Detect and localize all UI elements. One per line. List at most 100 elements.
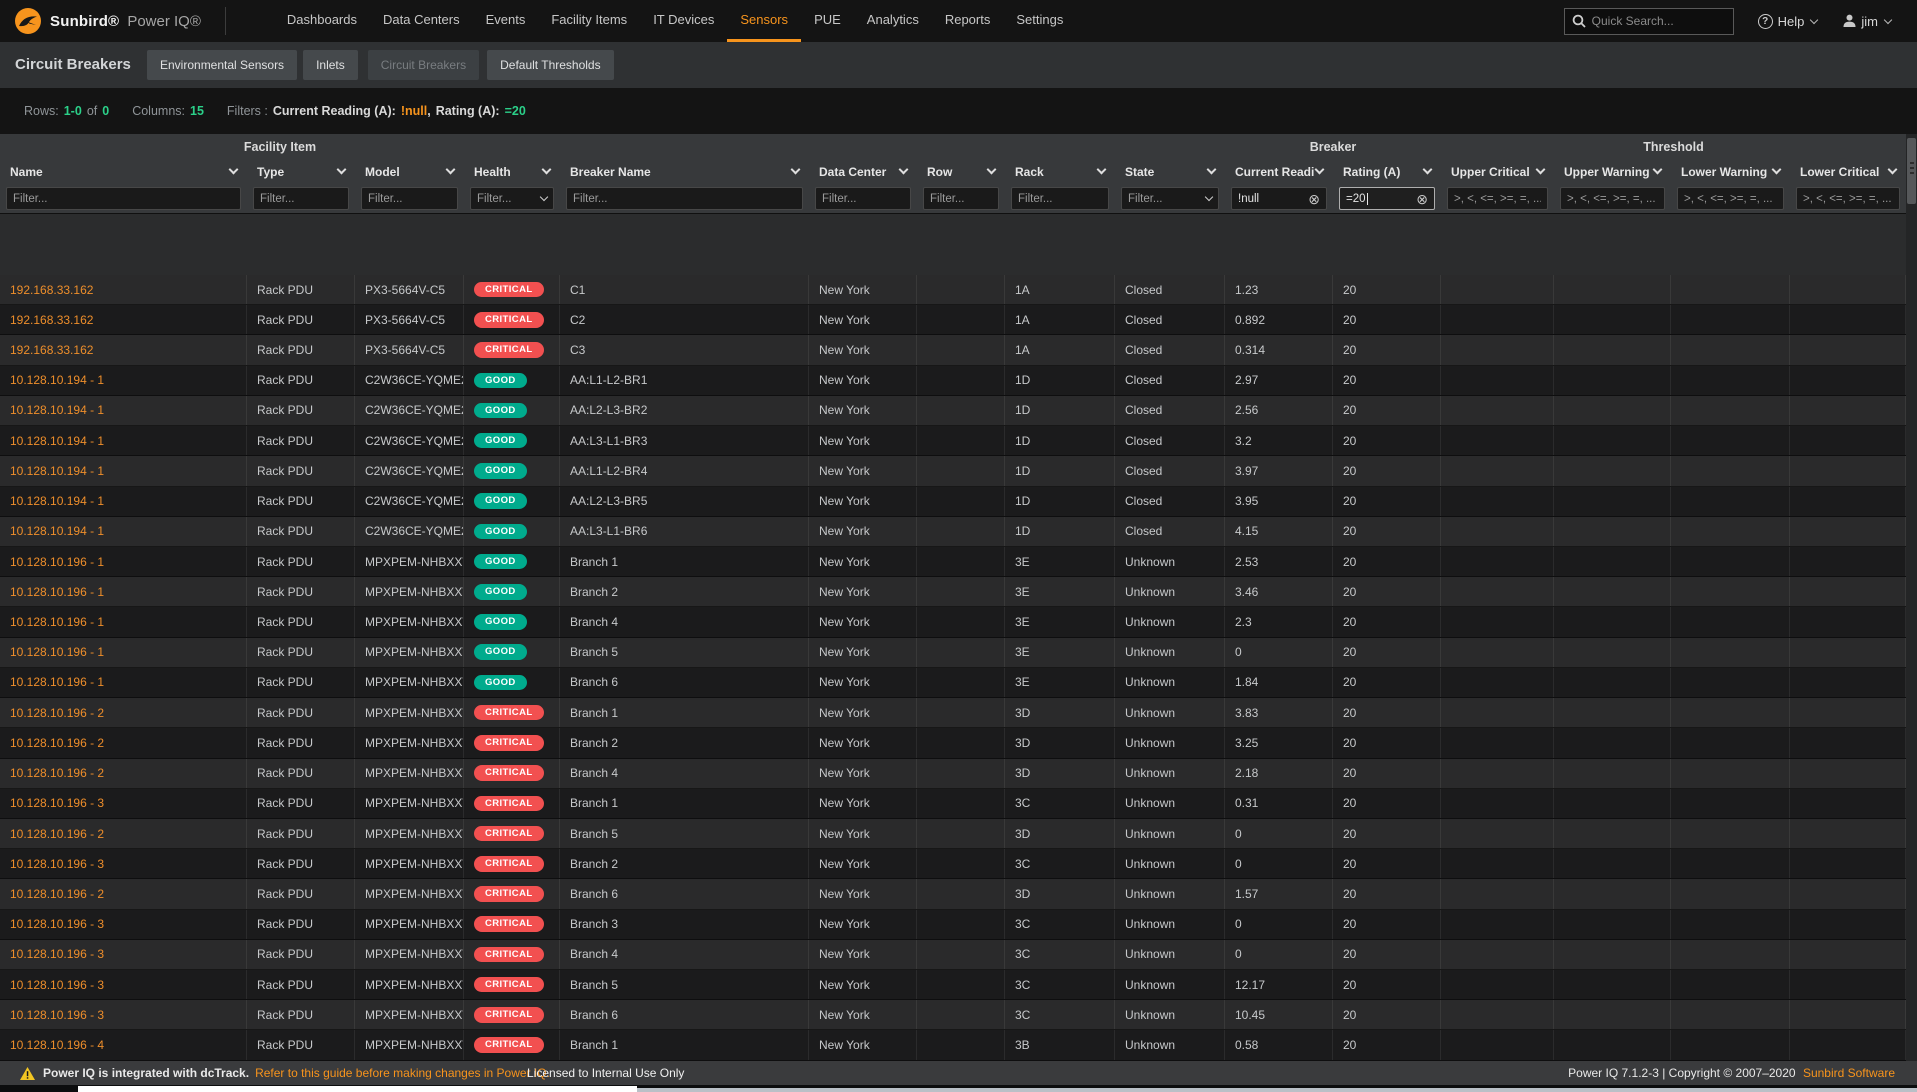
- column-header-name[interactable]: Name: [0, 158, 247, 185]
- filter-input-lower-critical[interactable]: [1796, 187, 1900, 210]
- search-input[interactable]: [1592, 14, 1726, 28]
- filter-input-rack[interactable]: [1011, 187, 1109, 210]
- filter-input-model[interactable]: [361, 187, 458, 210]
- facility-name-link[interactable]: 10.128.10.194 - 1: [0, 456, 247, 485]
- clear-filter-icon[interactable]: ⊗: [1308, 192, 1320, 206]
- chevron-down-icon[interactable]: [1207, 165, 1217, 175]
- table-row[interactable]: 10.128.10.196 - 3Rack PDUMPXPEM-NHBXXV3C…: [0, 940, 1917, 970]
- table-row[interactable]: 10.128.10.196 - 1Rack PDUMPXPEM-NHBXXV3G…: [0, 577, 1917, 607]
- nav-item-pue[interactable]: PUE: [801, 0, 854, 42]
- chevron-down-icon[interactable]: [987, 165, 997, 175]
- facility-name-link[interactable]: 10.128.10.196 - 2: [0, 728, 247, 757]
- chevron-down-icon[interactable]: [1423, 165, 1433, 175]
- chevron-down-icon[interactable]: [542, 165, 552, 175]
- column-header-current-readi[interactable]: Current Readi: [1225, 158, 1333, 185]
- table-row[interactable]: 10.128.10.196 - 2Rack PDUMPXPEM-NHBXXV3C…: [0, 819, 1917, 849]
- table-row[interactable]: 10.128.10.196 - 1Rack PDUMPXPEM-NHBXXV3G…: [0, 668, 1917, 698]
- nav-item-settings[interactable]: Settings: [1003, 0, 1076, 42]
- facility-name-link[interactable]: 10.128.10.196 - 3: [0, 849, 247, 878]
- chevron-down-icon[interactable]: [899, 165, 909, 175]
- vertical-scrollbar[interactable]: [1906, 134, 1917, 1061]
- facility-name-link[interactable]: 10.128.10.194 - 1: [0, 517, 247, 546]
- column-header-lower-warning[interactable]: Lower Warning: [1671, 158, 1790, 185]
- filter-input-lower-warning[interactable]: [1677, 187, 1784, 210]
- filter-input-name[interactable]: [6, 187, 241, 210]
- facility-name-link[interactable]: 10.128.10.196 - 3: [0, 970, 247, 999]
- column-header-lower-critical[interactable]: Lower Critical: [1790, 158, 1906, 185]
- facility-name-link[interactable]: 10.128.10.196 - 2: [0, 879, 247, 908]
- nav-item-reports[interactable]: Reports: [932, 0, 1004, 42]
- table-row[interactable]: 10.128.10.196 - 4Rack PDUMPXPEM-NHBXXV3C…: [0, 1030, 1917, 1060]
- column-header-upper-warning[interactable]: Upper Warning: [1554, 158, 1671, 185]
- chevron-down-icon[interactable]: [791, 165, 801, 175]
- chevron-down-icon[interactable]: [337, 165, 347, 175]
- table-row[interactable]: 10.128.10.196 - 3Rack PDUMPXPEM-NHBXXV3C…: [0, 789, 1917, 819]
- column-header-health[interactable]: Health: [464, 158, 560, 185]
- nav-item-events[interactable]: Events: [473, 0, 539, 42]
- table-row[interactable]: 10.128.10.196 - 2Rack PDUMPXPEM-NHBXXV3C…: [0, 759, 1917, 789]
- facility-name-link[interactable]: 10.128.10.196 - 2: [0, 819, 247, 848]
- facility-name-link[interactable]: 192.168.33.162: [0, 305, 247, 334]
- facility-name-link[interactable]: 192.168.33.162: [0, 335, 247, 364]
- dctrack-guide-link[interactable]: Refer to this guide before making change…: [255, 1066, 550, 1080]
- facility-name-link[interactable]: 10.128.10.196 - 1: [0, 577, 247, 606]
- facility-name-link[interactable]: 10.128.10.196 - 1: [0, 668, 247, 697]
- table-row[interactable]: 10.128.10.196 - 2Rack PDUMPXPEM-NHBXXV3C…: [0, 879, 1917, 909]
- facility-name-link[interactable]: 10.128.10.194 - 1: [0, 396, 247, 425]
- table-row[interactable]: 10.128.10.194 - 1Rack PDUC2W36CE-YQME29G…: [0, 366, 1917, 396]
- table-row[interactable]: 10.128.10.196 - 3Rack PDUMPXPEM-NHBXXV3C…: [0, 970, 1917, 1000]
- facility-name-link[interactable]: 10.128.10.196 - 4: [0, 1030, 247, 1059]
- column-header-rating-a[interactable]: Rating (A): [1333, 158, 1441, 185]
- facility-name-link[interactable]: 192.168.33.162: [0, 275, 247, 304]
- filter-input-rating-a[interactable]: =20⊗: [1339, 187, 1435, 210]
- environmental-sensors-button[interactable]: Environmental Sensors: [147, 50, 297, 80]
- chevron-down-icon[interactable]: [1536, 165, 1546, 175]
- table-row[interactable]: 10.128.10.194 - 1Rack PDUC2W36CE-YQME29G…: [0, 487, 1917, 517]
- nav-item-sensors[interactable]: Sensors: [727, 0, 801, 42]
- table-row[interactable]: 10.128.10.194 - 1Rack PDUC2W36CE-YQME29G…: [0, 517, 1917, 547]
- filter-input-breaker-name[interactable]: [566, 187, 803, 210]
- facility-name-link[interactable]: 10.128.10.196 - 1: [0, 638, 247, 667]
- facility-name-link[interactable]: 10.128.10.194 - 1: [0, 487, 247, 516]
- table-row[interactable]: 192.168.33.162Rack PDUPX3-5664V-C5CRITIC…: [0, 305, 1917, 335]
- column-header-state[interactable]: State: [1115, 158, 1225, 185]
- chevron-down-icon[interactable]: [229, 165, 239, 175]
- filter-input-row[interactable]: [923, 187, 999, 210]
- column-header-model[interactable]: Model: [355, 158, 464, 185]
- chevron-down-icon[interactable]: [446, 165, 456, 175]
- chevron-down-icon[interactable]: [1315, 165, 1325, 175]
- facility-name-link[interactable]: 10.128.10.196 - 3: [0, 940, 247, 969]
- table-row[interactable]: 10.128.10.196 - 1Rack PDUMPXPEM-NHBXXV3G…: [0, 638, 1917, 668]
- filter-input-type[interactable]: [253, 187, 349, 210]
- nav-item-analytics[interactable]: Analytics: [854, 0, 932, 42]
- column-header-data-center[interactable]: Data Center: [809, 158, 917, 185]
- facility-name-link[interactable]: 10.128.10.194 - 1: [0, 366, 247, 395]
- nav-item-it-devices[interactable]: IT Devices: [640, 0, 727, 42]
- column-header-rack[interactable]: Rack: [1005, 158, 1115, 185]
- default-thresholds-button[interactable]: Default Thresholds: [487, 50, 614, 80]
- nav-item-facility-items[interactable]: Facility Items: [538, 0, 640, 42]
- column-header-breaker-name[interactable]: Breaker Name: [560, 158, 809, 185]
- nav-item-dashboards[interactable]: Dashboards: [274, 0, 370, 42]
- help-menu[interactable]: ? Help: [1758, 14, 1818, 29]
- nav-item-data-centers[interactable]: Data Centers: [370, 0, 473, 42]
- table-row[interactable]: 10.128.10.196 - 3Rack PDUMPXPEM-NHBXXV3C…: [0, 849, 1917, 879]
- facility-name-link[interactable]: 10.128.10.196 - 2: [0, 759, 247, 788]
- facility-name-link[interactable]: 10.128.10.196 - 1: [0, 607, 247, 636]
- table-row[interactable]: 10.128.10.194 - 1Rack PDUC2W36CE-YQME29G…: [0, 456, 1917, 486]
- column-header-upper-critical[interactable]: Upper Critical: [1441, 158, 1554, 185]
- facility-name-link[interactable]: 10.128.10.196 - 3: [0, 910, 247, 939]
- table-row[interactable]: 10.128.10.196 - 1Rack PDUMPXPEM-NHBXXV3G…: [0, 547, 1917, 577]
- chevron-down-icon[interactable]: [1653, 165, 1663, 175]
- facility-name-link[interactable]: 10.128.10.196 - 1: [0, 547, 247, 576]
- table-row[interactable]: 10.128.10.196 - 2Rack PDUMPXPEM-NHBXXV3C…: [0, 728, 1917, 758]
- filter-select-state[interactable]: Filter...: [1121, 187, 1219, 210]
- table-row[interactable]: 10.128.10.196 - 2Rack PDUMPXPEM-NHBXXV3C…: [0, 698, 1917, 728]
- filter-input-data-center[interactable]: [815, 187, 911, 210]
- table-row[interactable]: 10.128.10.194 - 1Rack PDUC2W36CE-YQME29G…: [0, 396, 1917, 426]
- chevron-down-icon[interactable]: [1888, 165, 1898, 175]
- facility-name-link[interactable]: 10.128.10.196 - 3: [0, 789, 247, 818]
- facility-name-link[interactable]: 10.128.10.196 - 2: [0, 698, 247, 727]
- filter-input-upper-warning[interactable]: [1560, 187, 1665, 210]
- filter-input-current-readi[interactable]: !null⊗: [1231, 187, 1327, 210]
